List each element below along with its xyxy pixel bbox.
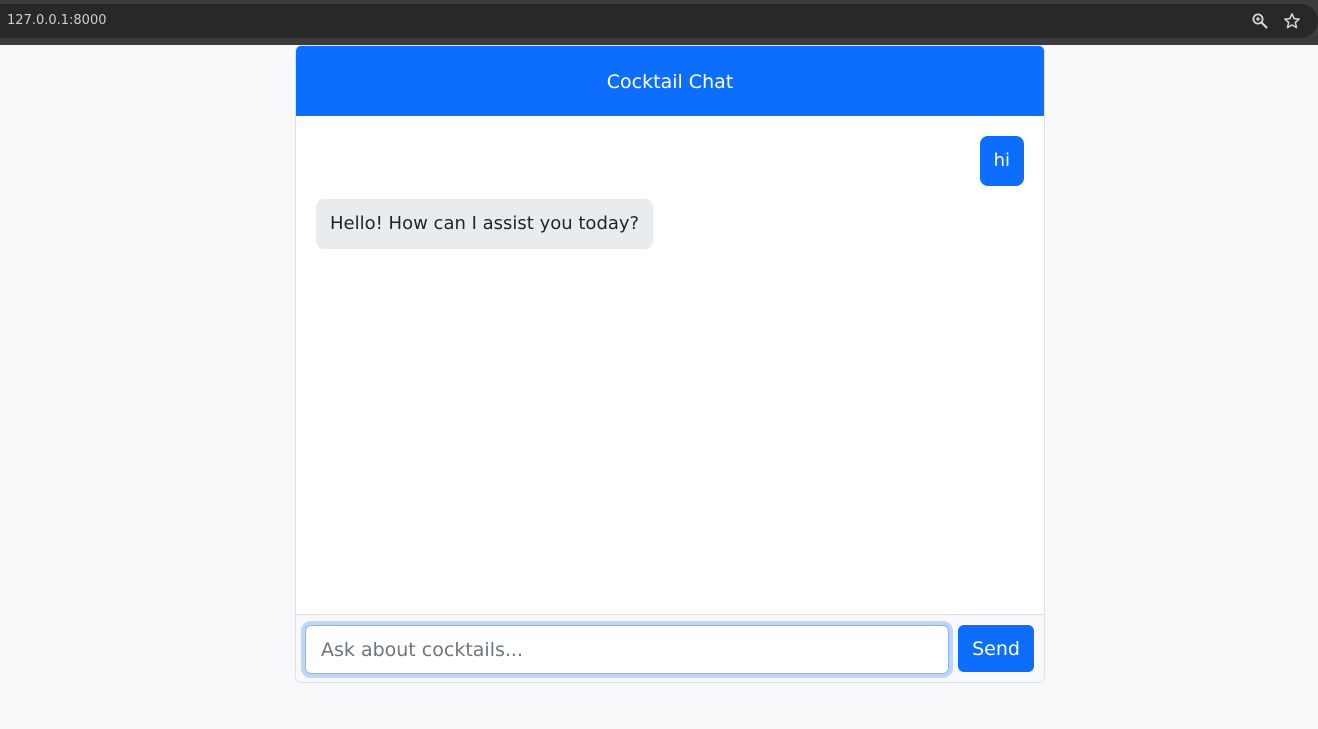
zoom-icon[interactable] bbox=[1251, 12, 1269, 30]
browser-toolbar: 127.0.0.1:8000 bbox=[0, 0, 1318, 45]
chat-container: Cocktail Chat hi Hello! How can I assist… bbox=[295, 45, 1045, 683]
input-bar: Send bbox=[296, 614, 1044, 682]
address-bar[interactable]: 127.0.0.1:8000 bbox=[0, 4, 1318, 38]
bot-message: Hello! How can I assist you today? bbox=[316, 199, 654, 249]
chat-title: Cocktail Chat bbox=[296, 46, 1044, 116]
url-text: 127.0.0.1:8000 bbox=[7, 13, 107, 28]
star-icon[interactable] bbox=[1283, 12, 1301, 30]
user-message: hi bbox=[979, 136, 1024, 186]
send-button[interactable]: Send bbox=[958, 625, 1034, 672]
message-list[interactable]: hi Hello! How can I assist you today? bbox=[296, 116, 1044, 614]
message-input[interactable] bbox=[305, 625, 949, 674]
